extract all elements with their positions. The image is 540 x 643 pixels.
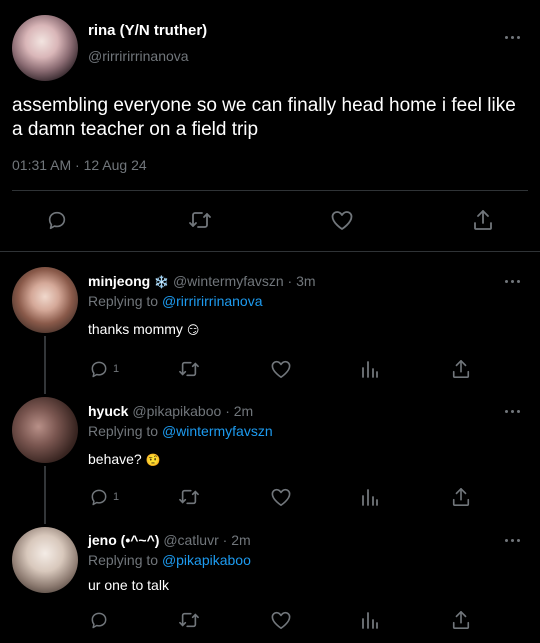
reply-age[interactable]: 2m xyxy=(231,532,250,548)
like-icon[interactable] xyxy=(270,359,292,379)
thread-line xyxy=(44,336,46,394)
replying-to: Replying to @wintermyfavszn xyxy=(88,423,273,439)
smirk-emoji-icon: 😏 xyxy=(186,323,200,337)
timestamp[interactable]: 01:31 AM · 12 Aug 24 xyxy=(12,157,147,173)
separator: · xyxy=(75,157,80,173)
share-icon[interactable] xyxy=(451,486,471,508)
replying-to-label: Replying to xyxy=(88,423,159,439)
date: 12 Aug 24 xyxy=(83,157,147,173)
like-icon[interactable] xyxy=(270,487,292,507)
reply-author-name[interactable]: jeno (•^~^) xyxy=(88,532,159,548)
avatar[interactable] xyxy=(12,527,78,593)
replying-to-label: Replying to xyxy=(88,552,159,568)
reply-count: 1 xyxy=(113,363,120,375)
tweet-text-line: a damn teacher on a field trip xyxy=(12,119,259,140)
reply-author-name[interactable]: minjeong xyxy=(88,273,150,289)
like-icon[interactable] xyxy=(270,610,292,630)
reply-author-handle[interactable]: @catluvr xyxy=(163,532,218,548)
retweet-icon[interactable] xyxy=(178,359,200,379)
reply-author-handle[interactable]: @wintermyfavszn xyxy=(173,273,284,289)
views-icon[interactable] xyxy=(361,487,379,507)
reply-icon[interactable] xyxy=(89,610,109,630)
views-icon[interactable] xyxy=(361,610,379,630)
more-icon[interactable] xyxy=(505,35,523,41)
separator: · xyxy=(225,403,230,419)
retweet-icon[interactable] xyxy=(178,487,200,507)
replying-to-handle[interactable]: @rirririrrinanova xyxy=(162,293,263,309)
snowflake-badge-icon: ❄️ xyxy=(154,275,170,289)
divider xyxy=(12,190,528,191)
reply-count: 1 xyxy=(113,491,120,503)
reply-text-content: thanks mommy xyxy=(88,321,183,337)
reply-text-content: ur one to talk xyxy=(88,577,169,593)
tweet-text: assembling everyone so we can finally he… xyxy=(12,94,537,142)
share-icon[interactable] xyxy=(451,358,471,380)
reply-text-content: behave? xyxy=(88,451,142,467)
replying-to-label: Replying to xyxy=(88,293,159,309)
raised-eyebrow-emoji-icon: 🤨 xyxy=(145,453,161,467)
more-icon[interactable] xyxy=(505,538,523,544)
avatar[interactable] xyxy=(12,15,78,81)
tweet-text-line: assembling everyone so we can finally he… xyxy=(12,95,516,116)
reply-age[interactable]: 3m xyxy=(296,273,315,289)
retweet-icon[interactable] xyxy=(178,610,200,630)
views-icon[interactable] xyxy=(361,359,379,379)
more-icon[interactable] xyxy=(505,279,523,285)
reply-icon[interactable] xyxy=(89,487,109,507)
more-icon[interactable] xyxy=(505,409,523,415)
reply-author-name[interactable]: hyuck xyxy=(88,403,128,419)
divider xyxy=(0,251,540,252)
reply-age[interactable]: 2m xyxy=(234,403,253,419)
reply-author-handle[interactable]: @pikapikaboo xyxy=(132,403,221,419)
time: 01:31 AM xyxy=(12,157,72,173)
retweet-icon[interactable] xyxy=(188,209,212,231)
author-handle[interactable]: @rirririrrinanova xyxy=(88,48,189,64)
share-icon[interactable] xyxy=(472,208,494,232)
thread-line xyxy=(44,466,46,524)
reply-text: thanks mommy 😏 xyxy=(88,321,199,337)
separator: · xyxy=(222,532,228,548)
reply-header: jeno (•^~^) @catluvr · 2m xyxy=(88,532,251,548)
reply-icon[interactable] xyxy=(89,359,109,379)
replying-to: Replying to @pikapikaboo xyxy=(88,552,251,568)
reply-icon[interactable] xyxy=(46,209,68,231)
avatar[interactable] xyxy=(12,267,78,333)
replying-to: Replying to @rirririrrinanova xyxy=(88,293,263,309)
reply-text: behave? 🤨 xyxy=(88,451,161,467)
reply-header: minjeong ❄️ @wintermyfavszn · 3m xyxy=(88,273,316,289)
reply-text: ur one to talk xyxy=(88,577,169,593)
avatar[interactable] xyxy=(12,397,78,463)
author-name[interactable]: rina (Y/N truther) xyxy=(88,22,207,39)
like-icon[interactable] xyxy=(330,209,354,231)
separator: · xyxy=(287,273,293,289)
share-icon[interactable] xyxy=(451,609,471,631)
replying-to-handle[interactable]: @pikapikaboo xyxy=(162,552,251,568)
replying-to-handle[interactable]: @wintermyfavszn xyxy=(162,423,273,439)
reply-header: hyuck @pikapikaboo · 2m xyxy=(88,403,253,419)
